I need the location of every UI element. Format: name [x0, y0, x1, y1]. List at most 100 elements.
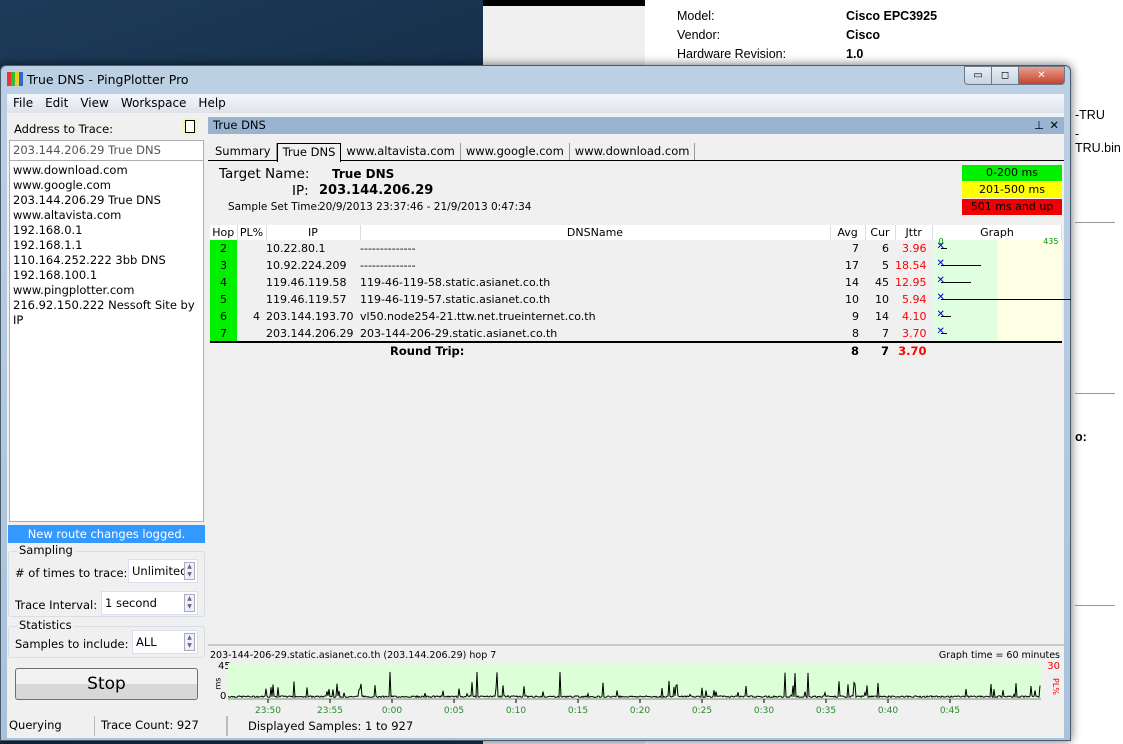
- menu-bar: File Edit View Workspace Help: [7, 94, 1064, 113]
- list-item[interactable]: 203.144.206.29 True DNS: [13, 193, 200, 208]
- packet-loss: [237, 291, 266, 308]
- tab-download[interactable]: www.download.com: [570, 143, 696, 160]
- route-change-banner[interactable]: New route changes logged.: [8, 525, 205, 543]
- col-avg[interactable]: Avg: [830, 225, 866, 240]
- hop-ip: 119.46.119.58: [266, 276, 347, 289]
- col-hop[interactable]: Hop: [210, 225, 238, 240]
- hop-ip: 203.144.193.70: [266, 310, 354, 323]
- pl-max: 30: [1047, 661, 1060, 672]
- pin-icon[interactable]: ⊥: [1034, 118, 1044, 132]
- stop-button[interactable]: Stop: [15, 668, 198, 700]
- target-label: Target Name:: [219, 166, 310, 182]
- close-button[interactable]: ✕: [1018, 66, 1065, 85]
- menu-file[interactable]: File: [7, 94, 39, 113]
- hop-dns: 119-46-119-57.static.asianet.co.th: [360, 293, 551, 306]
- menu-view[interactable]: View: [74, 94, 114, 113]
- list-item[interactable]: 192.168.100.1: [13, 268, 200, 283]
- packet-loss: [237, 325, 266, 342]
- graph-min: 0: [938, 237, 944, 246]
- new-document-icon[interactable]: [185, 120, 195, 133]
- hop-number: 2: [210, 240, 237, 257]
- spinner-arrows-icon[interactable]: ▲ ▼: [184, 562, 195, 580]
- list-item[interactable]: 216.92.150.222 Nessoft Site by IP: [13, 298, 200, 328]
- bg-label: Model:: [677, 9, 715, 23]
- col-graph[interactable]: Graph: [932, 225, 1062, 240]
- hop-jitter: 5.94: [902, 293, 927, 306]
- list-item[interactable]: www.google.com: [13, 178, 200, 193]
- minimize-button[interactable]: ▭: [964, 66, 992, 85]
- col-pl[interactable]: PL%: [237, 225, 267, 240]
- tab-altavista[interactable]: www.altavista.com: [341, 143, 461, 160]
- hop-graph: ✕ 0 435: [932, 237, 1062, 257]
- address-input[interactable]: 203.144.206.29 True DNS: [9, 140, 204, 161]
- table-row[interactable]: 3 10.92.224.209 -------------- 17 5 18.5…: [210, 257, 1062, 274]
- panel-header: True DNS ⊥ ✕: [208, 117, 1064, 134]
- hop-jitter: 3.70: [902, 326, 927, 340]
- list-item[interactable]: 192.168.1.1: [13, 238, 200, 253]
- x-tick-label: 0:40: [878, 706, 898, 716]
- table-row[interactable]: 5 119.46.119.57 119-46-119-57.static.asi…: [210, 291, 1071, 308]
- hop-avg: 14: [845, 276, 859, 289]
- trace-count: Trace Count: 927: [95, 716, 227, 736]
- sample-set-label: Sample Set Time:: [228, 201, 321, 213]
- y-min: 0: [220, 691, 227, 702]
- samples-label: Samples to include:: [15, 637, 129, 651]
- trace-interval-spinner[interactable]: 1 second ▲ ▼: [101, 591, 198, 615]
- table-row[interactable]: 4 119.46.119.58 119-46-119-58.static.asi…: [210, 274, 1062, 291]
- interval-value: 1 second: [105, 596, 157, 610]
- latency-timeline[interactable]: 23:50 23:55 0:00 0:05 0:10 0:15 0:20 0:25 0:30 0:…: [228, 663, 1041, 716]
- table-row[interactable]: 2 10.22.80.1 -------------- 7 6 3.96 ✕ 0…: [210, 237, 1062, 257]
- list-item[interactable]: www.altavista.com: [13, 208, 200, 223]
- hop-graph: ✕: [932, 257, 1062, 274]
- hop-cur: 45: [875, 276, 889, 289]
- left-panel: Address to Trace: 203.144.206.29 True DN…: [7, 115, 206, 715]
- hop-number: 5: [210, 291, 237, 308]
- status-text: Querying: [7, 716, 95, 736]
- col-cur[interactable]: Cur: [865, 225, 896, 240]
- samples-value: ALL: [136, 635, 157, 649]
- hop-table: Hop PL% IP DNSName Avg Cur Jttr Graph 2 …: [210, 225, 1071, 359]
- menu-edit[interactable]: Edit: [39, 94, 74, 113]
- jitter-bar: [940, 265, 981, 266]
- hop-dns: vl50.node254-21.ttw.net.trueinternet.co.…: [360, 310, 596, 323]
- list-item[interactable]: 110.164.252.222 3bb DNS: [13, 253, 200, 268]
- table-row[interactable]: 6 4 203.144.193.70 vl50.node254-21.ttw.n…: [210, 308, 1062, 325]
- hop-cur: 14: [875, 310, 889, 323]
- maximize-button[interactable]: ◻: [991, 66, 1019, 85]
- col-ip[interactable]: IP: [266, 225, 361, 240]
- hop-ip: 10.22.80.1: [266, 242, 326, 255]
- tab-true-dns[interactable]: True DNS: [276, 143, 342, 162]
- hop-avg: 8: [852, 326, 859, 340]
- x-tick-label: 0:35: [816, 706, 836, 716]
- interval-label: Trace Interval:: [15, 598, 98, 612]
- menu-workspace[interactable]: Workspace: [115, 94, 193, 113]
- panel-close-icon[interactable]: ✕: [1049, 118, 1059, 132]
- samples-spinner[interactable]: ALL ▲ ▼: [132, 630, 198, 654]
- hop-ip: 119.46.119.57: [266, 293, 347, 306]
- pl-unit: PL%: [1051, 678, 1061, 695]
- times-to-trace-spinner[interactable]: Unlimited ▲ ▼: [128, 559, 198, 583]
- legend-green: 0-200 ms: [962, 165, 1062, 181]
- round-trip-label: Round Trip:: [390, 344, 465, 358]
- list-item[interactable]: 192.168.0.1: [13, 223, 200, 238]
- hop-graph: ✕: [932, 325, 1062, 342]
- bg-value: 1.0: [846, 47, 864, 61]
- x-tick-label: 0:10: [506, 706, 526, 716]
- trace-panel: True DNS ⊥ ✕ Summary True DNS www.altavi…: [208, 115, 1071, 716]
- menu-help[interactable]: Help: [192, 94, 231, 113]
- x-tick-label: 23:55: [317, 706, 343, 716]
- table-row[interactable]: 7 203.144.206.29 203-144-206-29.static.a…: [210, 325, 1062, 342]
- col-jttr[interactable]: Jttr: [895, 225, 933, 240]
- tab-google[interactable]: www.google.com: [461, 143, 570, 160]
- graph-max: 435: [1043, 237, 1059, 246]
- list-item[interactable]: www.pingplotter.com: [13, 283, 200, 298]
- spinner-arrows-icon[interactable]: ▲ ▼: [184, 594, 195, 612]
- hop-dns: 119-46-119-58.static.asianet.co.th: [360, 276, 551, 289]
- hop-cur: 10: [875, 293, 889, 306]
- spinner-arrows-icon[interactable]: ▲ ▼: [184, 633, 195, 651]
- col-dnsname[interactable]: DNSName: [360, 225, 831, 240]
- tab-summary[interactable]: Summary: [210, 143, 277, 160]
- hop-avg: 9: [852, 310, 859, 323]
- list-item[interactable]: www.download.com: [13, 163, 200, 178]
- ip-label: IP:: [292, 183, 309, 199]
